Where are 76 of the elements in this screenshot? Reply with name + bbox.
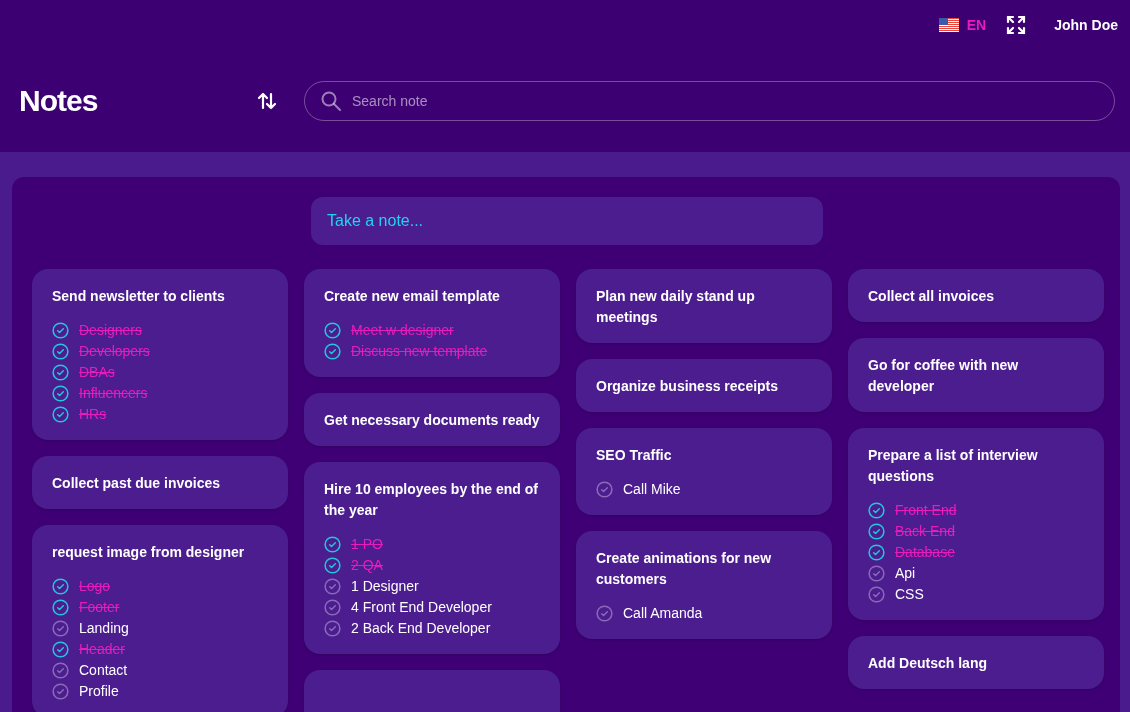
checklist-item: Landing — [79, 619, 129, 638]
note-title: Plan new daily stand up meetings — [596, 287, 756, 327]
check-circle-icon[interactable] — [52, 578, 69, 595]
checklist-item: 2 Back End Developer — [351, 619, 491, 638]
checklist-item: Designers — [79, 321, 143, 340]
sort-icon[interactable] — [256, 90, 278, 112]
note-title: Collect all invoices — [868, 287, 996, 306]
check-circle-icon[interactable] — [52, 385, 69, 402]
take-note-field[interactable]: Take a note... — [311, 197, 823, 245]
check-circle-icon[interactable] — [52, 343, 69, 360]
check-circle-icon[interactable] — [52, 322, 69, 339]
check-circle-icon[interactable] — [52, 406, 69, 423]
checklist-item: 1 Designer — [351, 577, 419, 596]
checklist-item: Call Mike — [623, 480, 681, 499]
note-title: Hire 10 employees by the end of the year — [324, 480, 539, 520]
note-title: SEO Traffic — [596, 446, 673, 465]
note-title: Organize business receipts — [596, 377, 780, 396]
note-title: Get necessary documents ready — [324, 411, 540, 430]
checklist-item: Developers — [79, 342, 150, 361]
checklist-item: Front End — [895, 501, 957, 520]
checklist-item: Discuss new template — [351, 342, 488, 361]
note-title: Go for coffee with new developer — [868, 356, 1020, 396]
note-card[interactable]: Create animations for new customers Call Amanda — [576, 531, 832, 639]
note-title: Collect past due invoices — [52, 474, 222, 493]
checklist-item: Header — [79, 640, 125, 659]
note-card[interactable]: Prepare a list of interview questions Front End Back End Database Api CSS — [848, 428, 1104, 620]
checklist-item: Database — [895, 543, 955, 562]
note-card[interactable]: Go for coffee with new developer — [848, 338, 1104, 412]
checklist-item: 1 PO — [351, 535, 383, 554]
check-circle-icon[interactable] — [868, 502, 885, 519]
checklist-item: Meet w designer — [351, 321, 454, 340]
checklist-item: Contact — [79, 661, 128, 680]
checklist-item: Logo — [79, 577, 111, 596]
checklist-item: Api — [895, 564, 916, 583]
note-card[interactable]: Collect all invoices — [848, 269, 1104, 322]
check-circle-icon[interactable] — [52, 364, 69, 381]
note-title: Create new email template — [324, 287, 501, 306]
checklist-item: Influencers — [79, 384, 148, 403]
checklist-item: Profile — [79, 682, 119, 701]
note-title: request image from designer — [52, 543, 246, 562]
note-card[interactable]: Organize business receipts — [576, 359, 832, 412]
checklist-item: Back End — [895, 522, 955, 541]
checklist-item: CSS — [895, 585, 924, 604]
page-title: Notes — [19, 84, 99, 118]
check-circle-icon[interactable] — [324, 343, 341, 360]
note-card[interactable]: Add Deutsch lang — [848, 636, 1104, 689]
check-circle-icon[interactable] — [868, 544, 885, 561]
checklist-item: DBAs — [79, 363, 115, 382]
note-card[interactable]: SEO Traffic Call Mike — [576, 428, 832, 515]
note-title: Send newsletter to clients — [52, 287, 226, 306]
us-flag-icon[interactable] — [938, 18, 959, 32]
note-card[interactable]: Send newsletter to clients Designers Developers DBAs Influencers HRs — [32, 269, 288, 440]
note-card[interactable]: Plan new daily stand up meetings — [576, 269, 832, 343]
checklist-item: 4 Front End Developer — [351, 598, 492, 617]
note-card[interactable]: Collect past due invoices — [32, 456, 288, 509]
search-icon — [320, 90, 342, 112]
note-card[interactable]: Create new email template Meet w designer Discuss new template — [304, 269, 560, 377]
checklist-item: 2 QA — [351, 556, 383, 575]
note-title: Prepare a list of interview questions — [868, 446, 1039, 486]
checklist-item: HRs — [79, 405, 107, 424]
check-circle-icon[interactable] — [868, 523, 885, 540]
note-title: Create animations for new customers — [596, 549, 773, 589]
fullscreen-icon[interactable] — [1006, 15, 1027, 35]
check-circle-icon[interactable] — [324, 322, 341, 339]
checklist-item: Call Amanda — [623, 604, 703, 623]
user-name[interactable]: John Doe — [1054, 17, 1118, 33]
check-circle-icon[interactable] — [324, 557, 341, 574]
checklist-item: Footer — [79, 598, 120, 617]
note-card[interactable]: request image from designer Logo Footer Landing Header Contact Profile — [32, 525, 288, 712]
note-card[interactable]: Get necessary documents ready — [304, 393, 560, 446]
check-circle-icon[interactable] — [52, 641, 69, 658]
language-label[interactable]: EN — [966, 17, 987, 33]
check-circle-icon[interactable] — [52, 599, 69, 616]
check-circle-icon[interactable] — [324, 536, 341, 553]
note-title: Add Deutsch lang — [868, 654, 988, 673]
note-card[interactable]: Hire 10 employees by the end of the year 1 PO 2 QA 1 Designer 4 Front End Developer 2 Back End Developer — [304, 462, 560, 654]
